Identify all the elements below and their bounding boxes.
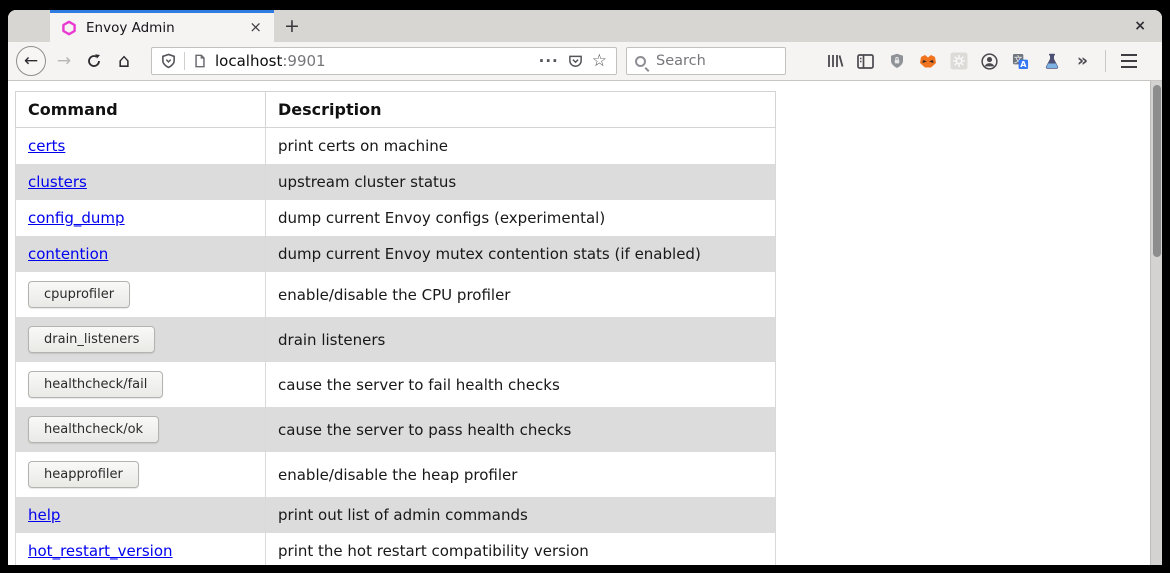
command-description: enable/disable the heap profiler <box>266 452 776 497</box>
command-button-drain_listeners[interactable]: drain_listeners <box>28 326 155 353</box>
sidebar-toggle-icon[interactable] <box>850 47 881 75</box>
fox-extension-icon[interactable] <box>912 47 943 75</box>
page-content: Command Description certs print certs on … <box>8 81 1162 565</box>
command-description: cause the server to pass health checks <box>266 407 776 452</box>
command-description: enable/disable the CPU profiler <box>266 272 776 317</box>
reload-icon[interactable] <box>79 46 109 76</box>
tab-envoy-admin[interactable]: Envoy Admin × <box>50 10 274 42</box>
search-icon <box>635 56 646 67</box>
command-description: print out list of admin commands <box>266 497 776 533</box>
command-table-body: certs print certs on machine clusters upstr… <box>16 128 776 566</box>
new-tab-button[interactable]: + <box>274 10 310 42</box>
page-identity-icon[interactable] <box>193 53 207 69</box>
table-row: healthcheck/fail cause the server to fail… <box>16 362 776 407</box>
navigation-toolbar: ← → ⌂ localhost:9901 <box>8 42 1162 81</box>
column-header-description: Description <box>266 92 776 128</box>
table-row: healthcheck/ok cause the server to pass h… <box>16 407 776 452</box>
tracking-shield-icon[interactable] <box>161 53 176 69</box>
column-header-command: Command <box>16 92 266 128</box>
command-description: drain listeners <box>266 317 776 362</box>
command-description: print certs on machine <box>266 128 776 165</box>
command-button-cpuprofiler[interactable]: cpuprofiler <box>28 281 130 308</box>
vertical-scrollbar[interactable] <box>1150 81 1162 565</box>
admin-command-table: Command Description certs print certs on … <box>15 91 776 565</box>
back-icon[interactable]: ← <box>16 46 46 76</box>
table-row: help print out list of admin commands <box>16 497 776 533</box>
toolbar-divider <box>1105 50 1106 72</box>
command-description: print the hot restart compatibility vers… <box>266 533 776 565</box>
library-icon[interactable] <box>819 47 850 75</box>
table-row: cpuprofiler enable/disable the CPU profil… <box>16 272 776 317</box>
command-description: dump current Envoy configs (experimental… <box>266 200 776 236</box>
url-bar[interactable]: localhost:9901 ··· ☆ <box>151 47 617 75</box>
table-header-row: Command Description <box>16 92 776 128</box>
tab-bar: Envoy Admin × + × <box>8 10 1162 42</box>
command-link-contention[interactable]: contention <box>28 245 108 263</box>
pocket-icon[interactable] <box>568 54 583 69</box>
browser-window: Envoy Admin × + × ← → ⌂ <box>8 10 1162 565</box>
command-link-help[interactable]: help <box>28 506 60 524</box>
home-icon[interactable]: ⌂ <box>109 46 139 76</box>
flask-extension-icon[interactable] <box>1036 47 1067 75</box>
command-link-clusters[interactable]: clusters <box>28 173 87 191</box>
command-description: dump current Envoy mutex contention stat… <box>266 236 776 272</box>
url-host: localhost <box>215 52 282 70</box>
forward-icon[interactable]: → <box>49 46 79 76</box>
command-button-healthcheck/fail[interactable]: healthcheck/fail <box>28 371 163 398</box>
translate-extension-icon[interactable]: 文 A <box>1005 47 1036 75</box>
tab-close-icon[interactable]: × <box>245 18 266 37</box>
command-button-healthcheck/ok[interactable]: healthcheck/ok <box>28 416 159 443</box>
scrollbar-thumb[interactable] <box>1153 85 1161 257</box>
command-link-hot_restart_version[interactable]: hot_restart_version <box>28 542 173 560</box>
search-bar <box>626 47 786 75</box>
envoy-favicon-icon <box>61 20 77 36</box>
menu-icon[interactable] <box>1113 47 1144 75</box>
table-row: hot_restart_version print the hot restart… <box>16 533 776 565</box>
snowflake-extension-icon[interactable] <box>943 47 974 75</box>
command-button-heapprofiler[interactable]: heapprofiler <box>28 461 139 488</box>
command-link-certs[interactable]: certs <box>28 137 65 155</box>
window-close-icon[interactable]: × <box>1134 10 1146 42</box>
table-row: contention dump current Envoy mutex conte… <box>16 236 776 272</box>
page-actions-icon[interactable]: ··· <box>539 52 559 70</box>
urlbar-divider <box>184 52 185 70</box>
url-text[interactable]: localhost:9901 <box>215 52 326 70</box>
url-port: :9901 <box>282 52 325 70</box>
table-row: drain_listeners drain listeners <box>16 317 776 362</box>
table-row: clusters upstream cluster status <box>16 164 776 200</box>
table-row: heapprofiler enable/disable the heap prof… <box>16 452 776 497</box>
command-description: upstream cluster status <box>266 164 776 200</box>
table-row: config_dump dump current Envoy configs (e… <box>16 200 776 236</box>
command-link-config_dump[interactable]: config_dump <box>28 209 125 227</box>
toolbar-extensions-area: 文 A » <box>819 47 1144 75</box>
account-icon[interactable] <box>974 47 1005 75</box>
search-input[interactable] <box>654 52 777 70</box>
bookmark-star-icon[interactable]: ☆ <box>592 53 607 70</box>
tab-title: Envoy Admin <box>86 20 245 36</box>
command-description: cause the server to fail health checks <box>266 362 776 407</box>
tab-strip-spacer <box>8 10 50 42</box>
overflow-chevron-icon[interactable]: » <box>1067 47 1098 75</box>
table-row: certs print certs on machine <box>16 128 776 165</box>
shield-lock-extension-icon[interactable] <box>881 47 912 75</box>
svg-text:A: A <box>1020 60 1027 69</box>
